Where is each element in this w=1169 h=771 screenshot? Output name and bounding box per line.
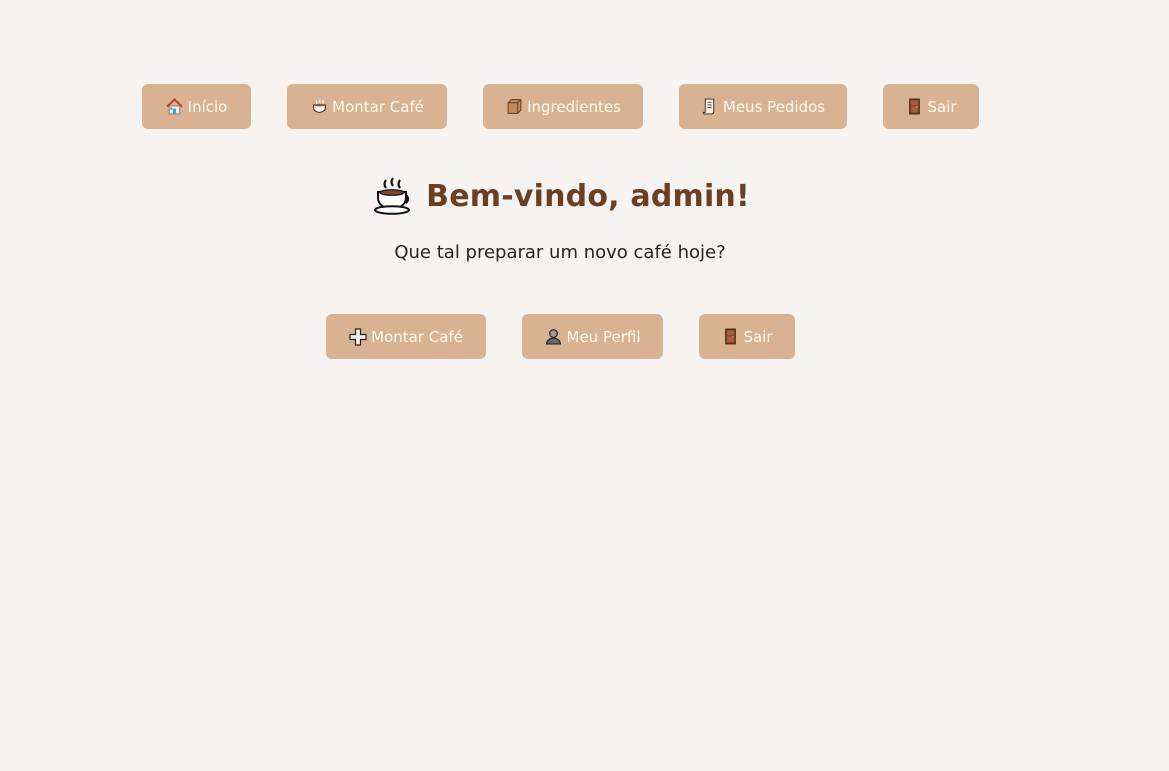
coffee-cup-icon xyxy=(310,98,328,116)
nav-meus-pedidos-button[interactable]: Meus Pedidos xyxy=(679,84,847,129)
nav-sair-label: Sair xyxy=(927,97,957,116)
box-icon xyxy=(505,98,523,116)
nav-montar-cafe-button[interactable]: Montar Café xyxy=(287,84,447,129)
meu-perfil-label: Meu Perfil xyxy=(566,327,641,346)
user-icon xyxy=(545,328,563,346)
house-icon xyxy=(166,98,184,116)
nav-ingredientes-button[interactable]: Ingredientes xyxy=(483,84,643,129)
montar-cafe-label: Montar Café xyxy=(371,327,463,346)
page-title: Bem-vindo, admin! xyxy=(426,178,750,214)
welcome-subtitle: Que tal preparar um novo café hoje? xyxy=(394,242,726,263)
montar-cafe-button[interactable]: Montar Café xyxy=(326,314,486,359)
meu-perfil-button[interactable]: Meu Perfil xyxy=(522,314,663,359)
plus-icon xyxy=(349,327,367,346)
nav-inicio-button[interactable]: Início xyxy=(142,84,251,129)
hot-coffee-icon xyxy=(374,176,414,216)
sair-label: Sair xyxy=(743,327,773,346)
nav-sair-button[interactable]: Sair xyxy=(883,84,979,129)
nav-inicio-label: Início xyxy=(187,97,228,116)
sair-button[interactable]: Sair xyxy=(699,314,795,359)
receipt-icon xyxy=(701,98,719,116)
welcome-header: Bem-vindo, admin! xyxy=(0,176,1124,216)
door-icon xyxy=(905,98,923,116)
nav-montar-cafe-label: Montar Café xyxy=(332,97,424,116)
nav-ingredientes-label: Ingredientes xyxy=(527,97,621,116)
nav-meus-pedidos-label: Meus Pedidos xyxy=(722,97,826,116)
door-icon xyxy=(721,328,739,346)
